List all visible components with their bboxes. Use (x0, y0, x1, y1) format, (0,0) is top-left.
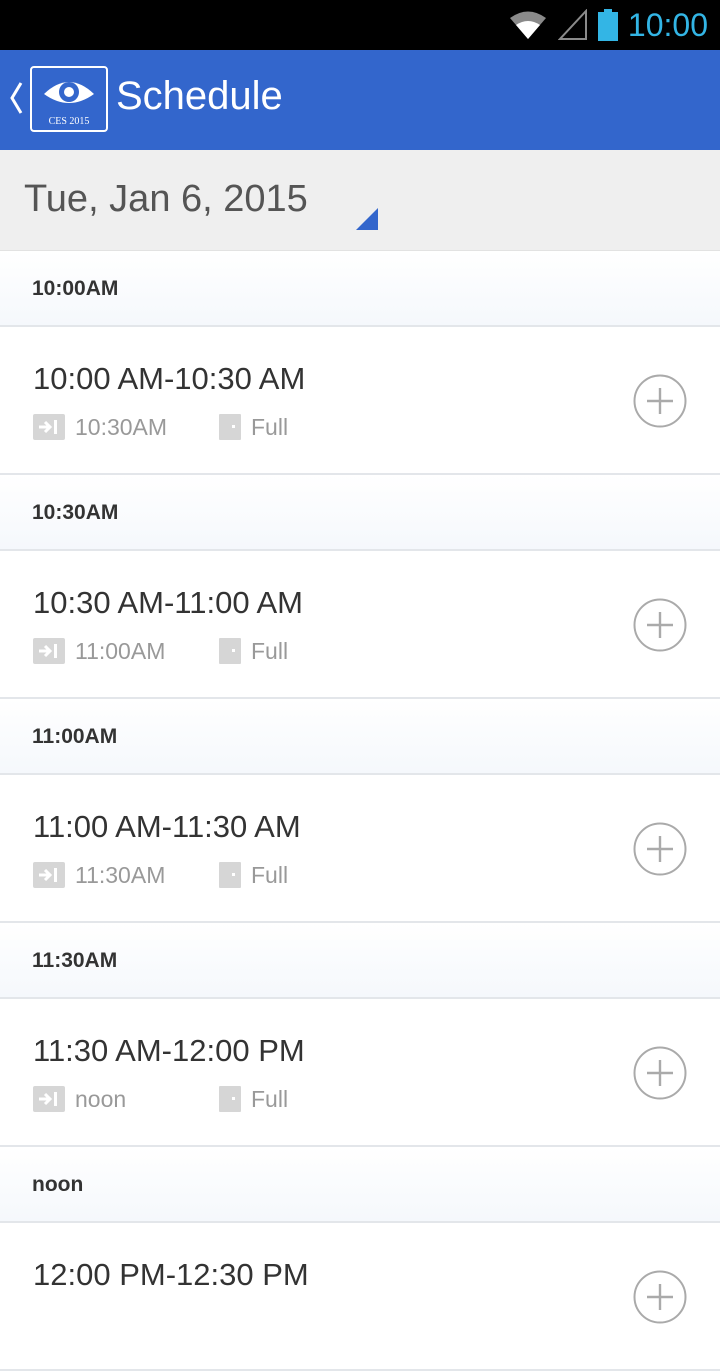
logo-text: CES 2015 (48, 116, 90, 127)
session-capacity: Full (251, 637, 289, 664)
status-time: 10:00 (627, 6, 708, 43)
add-session-button[interactable] (633, 374, 687, 428)
back-chevron-icon[interactable] (8, 80, 24, 116)
time-section-header: noon (0, 1147, 720, 1223)
schedule-list: 10:00AM 10:00 AM-10:30 AM 10:30AM Full 1… (0, 251, 720, 1371)
wifi-icon (509, 11, 546, 39)
capacity-icon (219, 638, 241, 664)
section-header-label: 11:00AM (32, 725, 118, 748)
page-title: Schedule (116, 74, 283, 118)
end-time-icon (33, 1086, 65, 1112)
add-session-button[interactable] (633, 598, 687, 652)
end-time-icon (33, 414, 65, 440)
app-logo[interactable]: CES 2015 (30, 66, 108, 132)
dropdown-caret-icon (356, 208, 378, 230)
eye-icon (44, 82, 94, 103)
status-bar: 10:00 (0, 0, 720, 50)
add-session-button[interactable] (633, 1046, 687, 1100)
session-end-time: 11:00AM (75, 637, 166, 664)
session-capacity: Full (251, 1085, 289, 1112)
end-time-icon (33, 862, 65, 888)
session-row[interactable]: 10:00 AM-10:30 AM 10:30AM Full (0, 327, 720, 475)
section-header-label: 10:00AM (32, 277, 119, 300)
add-session-button[interactable] (633, 822, 687, 876)
app-bar: CES 2015 Schedule (0, 50, 720, 150)
signal-icon (557, 9, 587, 40)
session-time-range: 10:30 AM-11:00 AM (33, 585, 303, 620)
time-section-header: 11:00AM (0, 699, 720, 775)
session-time-range: 12:00 PM-12:30 PM (33, 1257, 309, 1292)
section-header-label: noon (32, 1173, 84, 1196)
session-row[interactable]: 11:00 AM-11:30 AM 11:30AM Full (0, 775, 720, 923)
time-section-header: 10:00AM (0, 251, 720, 327)
capacity-icon (219, 414, 241, 440)
date-selector[interactable]: Tue, Jan 6, 2015 (0, 150, 720, 251)
capacity-icon (219, 862, 241, 888)
section-header-label: 10:30AM (32, 501, 119, 524)
capacity-icon (219, 1086, 241, 1112)
session-time-range: 11:00 AM-11:30 AM (33, 809, 301, 844)
end-time-icon (33, 638, 65, 664)
session-row[interactable]: 11:30 AM-12:00 PM noon Full (0, 999, 720, 1147)
session-time-range: 10:00 AM-10:30 AM (33, 361, 306, 396)
section-header-label: 11:30AM (32, 949, 118, 972)
session-capacity: Full (251, 413, 289, 440)
session-capacity: Full (251, 861, 289, 888)
session-end-time: 10:30AM (75, 413, 168, 440)
time-section-header: 10:30AM (0, 475, 720, 551)
time-section-header: 11:30AM (0, 923, 720, 999)
session-row[interactable]: 10:30 AM-11:00 AM 11:00AM Full (0, 551, 720, 699)
session-end-time: 11:30AM (75, 861, 166, 888)
selected-date: Tue, Jan 6, 2015 (24, 178, 308, 220)
battery-icon (597, 9, 618, 41)
add-session-button[interactable] (633, 1270, 687, 1324)
session-end-time: noon (75, 1085, 127, 1112)
session-row[interactable]: 12:00 PM-12:30 PM (0, 1223, 720, 1371)
session-time-range: 11:30 AM-12:00 PM (33, 1033, 305, 1068)
